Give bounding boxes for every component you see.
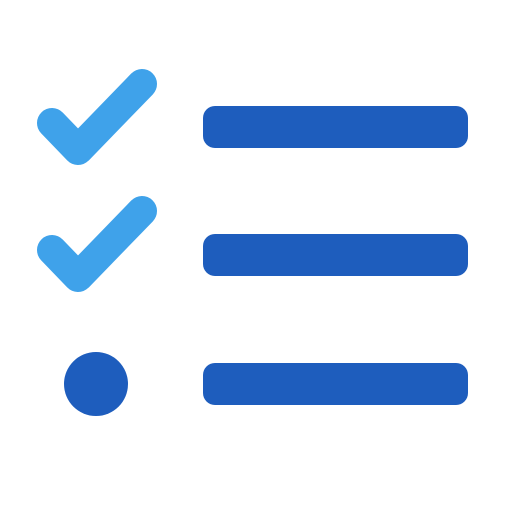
checklist-row-2	[37, 196, 468, 292]
checklist-row-3	[64, 352, 468, 416]
list-bar	[203, 363, 468, 405]
dot-icon	[64, 352, 128, 416]
check-icon	[37, 69, 157, 165]
checklist-icon	[37, 69, 468, 416]
checklist-row-1	[37, 69, 468, 165]
checklist-icon-canvas	[0, 0, 512, 512]
list-bar	[203, 106, 468, 148]
check-icon	[37, 196, 157, 292]
list-bar	[203, 234, 468, 276]
